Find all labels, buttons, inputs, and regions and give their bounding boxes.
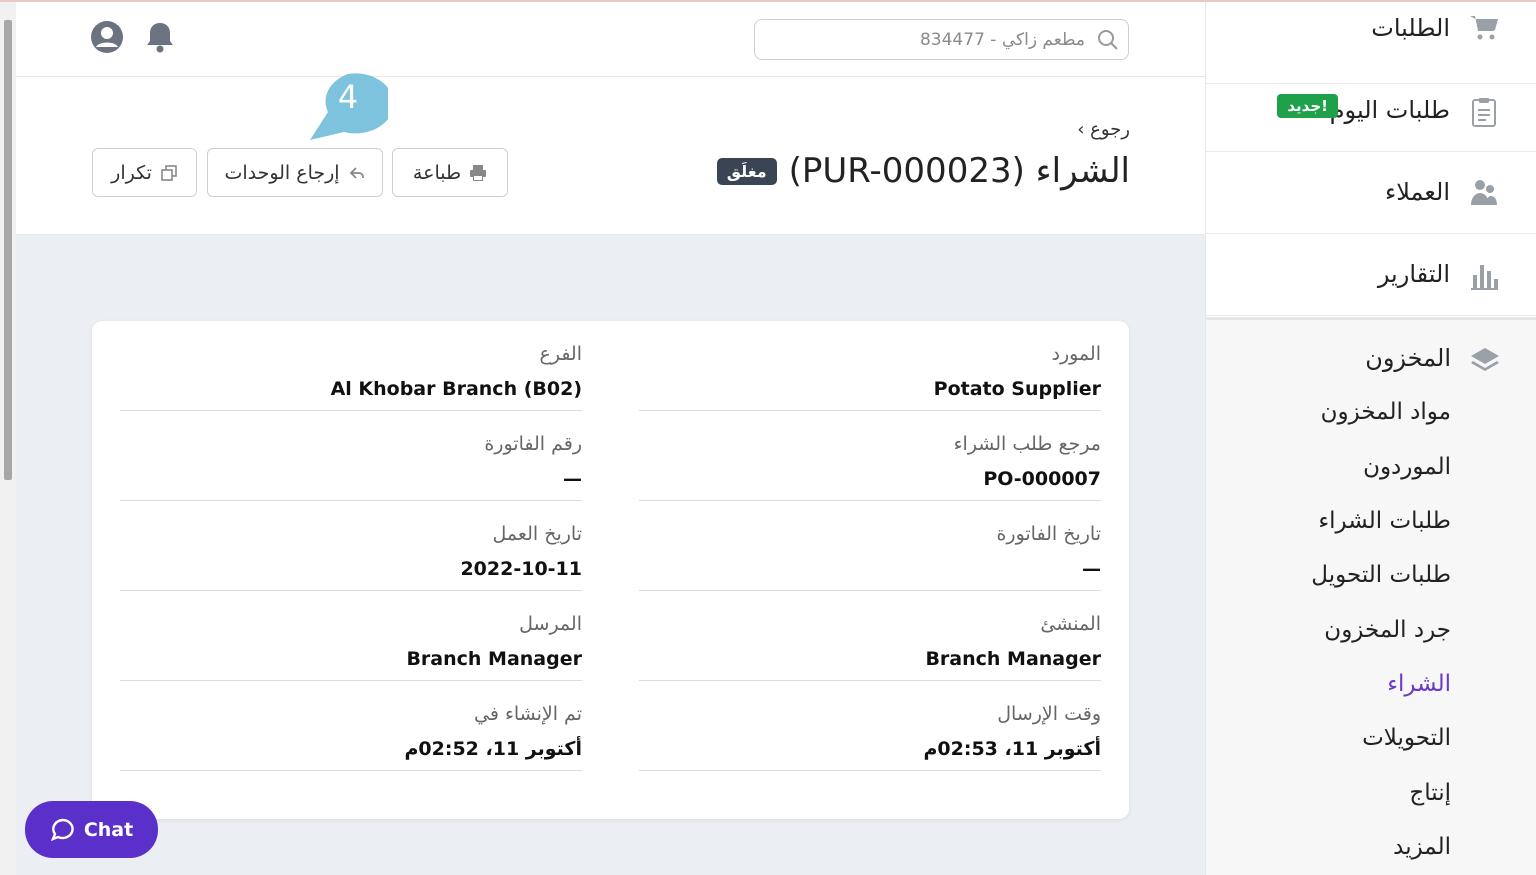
- field-label: تم الإنشاء في: [473, 703, 582, 725]
- title-row: الشراء (PUR-000023) مغلَق: [716, 149, 1130, 193]
- print-button[interactable]: طباعة: [392, 148, 508, 197]
- field-value: Al Khobar Branch (B02): [330, 378, 582, 400]
- sidebar-label: التقارير: [1377, 260, 1450, 288]
- duplicate-button[interactable]: تكرار: [92, 148, 197, 197]
- duplicate-label: تكرار: [111, 161, 152, 184]
- field-label: المنشئ: [1040, 613, 1101, 635]
- field-branch: الفرع Al Khobar Branch (B02): [120, 321, 582, 411]
- sidebar-label: الطلبات: [1371, 14, 1450, 42]
- reply-arrow-icon: [349, 166, 364, 179]
- tour-step-number: 4: [338, 78, 358, 116]
- field-business-date: تاريخ العمل 2022-10-11: [120, 501, 582, 591]
- field-sent-at: وقت الإرسال أكتوبر 11، 02:53م: [639, 681, 1101, 771]
- field-value: أكتوبر 11، 02:52م: [404, 738, 582, 760]
- bar-chart-icon: [1471, 265, 1498, 290]
- status-badge: مغلَق: [716, 157, 777, 185]
- sidebar-subitem-transfer-orders[interactable]: طلبات التحويل: [1311, 562, 1451, 588]
- chat-bubble-icon: [50, 818, 74, 841]
- sidebar-subitem-more[interactable]: المزيد: [1393, 834, 1451, 860]
- field-value: PO-000007: [983, 468, 1101, 490]
- shopping-cart-icon: [1470, 16, 1498, 40]
- search-icon: [1098, 30, 1118, 50]
- field-sender: المرسل Branch Manager: [120, 591, 582, 681]
- field-created-at: تم الإنشاء في أكتوبر 11، 02:52م: [120, 681, 582, 771]
- back-label: رجوع: [1090, 119, 1130, 140]
- sidebar-subitem-inventory-count[interactable]: جرد المخزون: [1324, 617, 1451, 643]
- field-label: المورد: [1051, 343, 1101, 365]
- field-value: 2022-10-11: [460, 558, 582, 580]
- inventory-section: المخزون مواد المخزون الموردون طلبات الشر…: [1206, 317, 1536, 875]
- sidebar-subitem-purchase-orders[interactable]: طلبات الشراء: [1318, 508, 1451, 534]
- search-input[interactable]: [765, 25, 1085, 55]
- sidebar: الطلبات طلبات اليوم جديد! العملاء التقار…: [1205, 2, 1536, 875]
- main-content: المورد Potato Supplier مرجع طلب الشراء P…: [16, 235, 1205, 875]
- sidebar-item-today-orders[interactable]: طلبات اليوم: [1206, 70, 1536, 152]
- field-label: المرسل: [519, 613, 582, 635]
- sidebar-item-inventory[interactable]: المخزون: [1365, 344, 1451, 372]
- field-label: مرجع طلب الشراء: [953, 433, 1101, 455]
- field-invoice-date: تاريخ الفاتورة —: [639, 501, 1101, 591]
- field-label: تاريخ الفاتورة: [996, 523, 1101, 545]
- page-header: ‹ رجوع الشراء (PUR-000023) مغلَق طباعة إ…: [16, 73, 1205, 235]
- layers-icon: [1471, 348, 1499, 371]
- field-label: وقت الإرسال: [997, 703, 1101, 725]
- chat-button[interactable]: Chat: [25, 801, 158, 858]
- field-value: —: [563, 468, 582, 490]
- notifications-bell-icon[interactable]: [144, 20, 176, 54]
- field-label: رقم الفاتورة: [484, 433, 582, 455]
- field-value: Branch Manager: [406, 648, 582, 670]
- field-value: Potato Supplier: [933, 378, 1101, 400]
- search-box[interactable]: [754, 19, 1129, 60]
- field-po-reference: مرجع طلب الشراء PO-000007: [639, 411, 1101, 501]
- return-units-label: إرجاع الوحدات: [224, 161, 340, 184]
- sidebar-label: طلبات اليوم: [1329, 96, 1450, 124]
- back-link[interactable]: ‹ رجوع: [1077, 119, 1130, 140]
- clipboard-list-icon: [1472, 98, 1496, 127]
- new-badge: جديد!: [1277, 94, 1338, 118]
- field-label: تاريخ العمل: [492, 523, 582, 545]
- printer-icon: [470, 164, 487, 181]
- sidebar-subitem-production[interactable]: إنتاج: [1409, 780, 1451, 806]
- print-label: طباعة: [412, 161, 462, 184]
- sidebar-subitem-inventory-items[interactable]: مواد المخزون: [1321, 399, 1451, 425]
- sidebar-item-customers[interactable]: العملاء: [1206, 152, 1536, 234]
- field-label: الفرع: [539, 343, 583, 365]
- sidebar-label: العملاء: [1384, 178, 1450, 206]
- details-card: المورد Potato Supplier مرجع طلب الشراء P…: [92, 321, 1129, 819]
- return-units-button[interactable]: إرجاع الوحدات: [207, 148, 383, 197]
- sidebar-item-reports[interactable]: التقارير: [1206, 234, 1536, 316]
- vertical-scrollbar[interactable]: [0, 2, 16, 875]
- field-value: —: [1082, 558, 1101, 580]
- users-icon: [1471, 180, 1497, 205]
- field-creator: المنشئ Branch Manager: [639, 591, 1101, 681]
- sidebar-subitem-purchasing[interactable]: الشراء: [1387, 671, 1451, 697]
- copy-icon: [161, 164, 177, 181]
- user-avatar-icon[interactable]: [90, 20, 124, 54]
- field-invoice-number: رقم الفاتورة —: [120, 411, 582, 501]
- scrollbar-thumb[interactable]: [4, 20, 12, 480]
- chevron-left-icon: ‹: [1077, 119, 1085, 140]
- sidebar-subitem-transfers[interactable]: التحويلات: [1362, 725, 1451, 751]
- field-value: أكتوبر 11، 02:53م: [923, 738, 1101, 760]
- chat-label: Chat: [83, 818, 134, 841]
- field-value: Branch Manager: [925, 648, 1101, 670]
- sidebar-subitem-suppliers[interactable]: الموردون: [1363, 454, 1451, 480]
- tour-step-tooltip: 4: [310, 73, 388, 140]
- field-supplier: المورد Potato Supplier: [639, 321, 1101, 411]
- page-title: الشراء (PUR-000023): [788, 151, 1130, 191]
- top-header: [16, 2, 1205, 77]
